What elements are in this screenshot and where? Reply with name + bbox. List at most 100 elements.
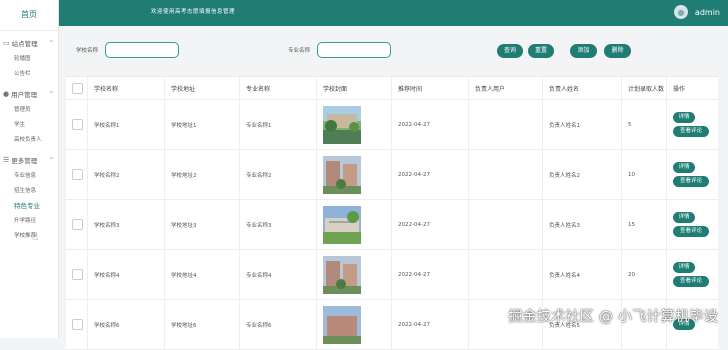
plan-count-cell: 15 (622, 200, 667, 249)
school-address-cell: 学校地址1 (165, 100, 240, 149)
plan-count-cell: 20 (622, 250, 667, 299)
row-select-cell (66, 150, 88, 199)
sidebar: 首页 ▭ 站点管理 ^ 轮播图 公告栏 ● 用户管理 ^ 管理员 学生 高校负责… (0, 0, 59, 338)
sidebar-item-major-info[interactable]: 专业信息 (0, 169, 58, 184)
view-comments-button[interactable]: 查看评论 (673, 276, 709, 287)
monitor-icon: ▭ (3, 39, 10, 47)
owner-user-cell (469, 200, 543, 249)
owner-name-cell: 负责人姓名3 (543, 200, 622, 249)
delete-button[interactable]: 删除 (604, 44, 631, 58)
major-name-cell: 专业名称2 (240, 150, 317, 199)
school-name-cell: 学校名称3 (88, 200, 165, 249)
column-header[interactable]: 负责人姓名 (543, 77, 622, 99)
school-cover-cell (317, 150, 392, 199)
recommend-date-cell: 2022-04-27 (392, 150, 469, 199)
detail-button[interactable]: 详情 (673, 162, 695, 173)
column-header[interactable]: 推荐时间 (392, 77, 469, 99)
sidebar-group-more[interactable]: ☰ 更多管理 ^ (0, 151, 58, 169)
major-name-cell: 专业名称6 (240, 300, 317, 349)
column-header[interactable]: 专业名称 (240, 77, 317, 99)
school-address-cell: 学校地址2 (165, 150, 240, 199)
row-checkbox[interactable] (72, 269, 83, 280)
major-name-input[interactable] (317, 42, 391, 58)
column-header[interactable]: 学校封面 (317, 77, 392, 99)
school-name-cell: 学校名称2 (88, 150, 165, 199)
sidebar-item-carousel[interactable]: 轮播图 (0, 52, 58, 67)
school-cover-cell (317, 200, 392, 249)
hand-cursor-icon: ☝ (32, 232, 39, 243)
table-row: 学校名称2 学校地址2 专业名称2 2022-04-27 负责人姓名2 10 详… (66, 150, 718, 200)
school-cover-image[interactable] (323, 205, 361, 244)
row-checkbox[interactable] (72, 169, 83, 180)
column-header[interactable]: 学校地址 (165, 77, 240, 99)
school-address-cell: 学校地址3 (165, 200, 240, 249)
major-name-cell: 专业名称1 (240, 100, 317, 149)
actions-cell: 详情 查看评论 (667, 200, 718, 249)
search-bar: 学校名称 专业名称 查询 重置 添加 删除 (66, 36, 721, 68)
school-name-label: 学校名称 (76, 48, 99, 54)
detail-button[interactable]: 详情 (673, 112, 695, 123)
school-name-input[interactable] (105, 42, 179, 58)
owner-user-cell (469, 100, 543, 149)
major-name-cell: 专业名称3 (240, 200, 317, 249)
school-cover-cell (317, 100, 392, 149)
column-header: 操作 (673, 85, 686, 93)
recommend-date-cell: 2022-04-27 (392, 250, 469, 299)
view-comments-button[interactable]: 查看评论 (673, 226, 709, 237)
school-name-cell: 学校名称4 (88, 250, 165, 299)
row-select-cell (66, 250, 88, 299)
sidebar-item-notice[interactable]: 公告栏 (0, 67, 58, 82)
column-header[interactable]: 计划录取人数 (622, 77, 667, 99)
detail-button[interactable]: 详情 (673, 262, 695, 273)
school-cover-cell (317, 300, 392, 349)
row-checkbox[interactable] (72, 319, 83, 330)
sidebar-group-site[interactable]: ▭ 站点管理 ^ (0, 34, 58, 52)
major-name-label: 专业名称 (288, 48, 311, 54)
sidebar-item-school-recommend[interactable]: 学校推荐 (0, 229, 58, 244)
sidebar-group-label: 更多管理 (11, 157, 38, 165)
sidebar-group-users[interactable]: ● 用户管理 ^ (0, 85, 58, 103)
add-button[interactable]: 添加 (570, 44, 597, 58)
sidebar-item-school-owner[interactable]: 高校负责人 (0, 133, 58, 148)
school-cover-image[interactable] (323, 105, 361, 144)
sidebar-item-admission-info[interactable]: 招生信息 (0, 184, 58, 199)
row-checkbox[interactable] (72, 119, 83, 130)
query-button[interactable]: 查询 (497, 44, 523, 58)
school-address-cell: 学校地址6 (165, 300, 240, 349)
top-bar: 欢迎使用高考志愿填报信息管理 ● admin (59, 0, 728, 26)
recommend-date-cell: 2022-04-27 (392, 100, 469, 149)
table-row: 学校名称1 学校地址1 专业名称1 2022-04-27 负责人姓名1 5 详情… (66, 100, 718, 150)
school-cover-image[interactable] (323, 255, 361, 294)
actions-cell: 详情 查看评论 (667, 250, 718, 299)
sidebar-item-featured-major[interactable]: 特色专业 (0, 199, 58, 214)
list-icon: ☰ (3, 156, 10, 164)
sidebar-group-label: 用户管理 (11, 91, 38, 99)
select-all-checkbox[interactable] (72, 82, 83, 94)
school-name-cell: 学校名称1 (88, 100, 165, 149)
row-checkbox[interactable] (72, 219, 83, 230)
sidebar-item-study-path[interactable]: 升学路径 (0, 214, 58, 229)
column-header[interactable]: 负责人用户 (469, 77, 543, 99)
avatar[interactable]: ● (674, 5, 688, 19)
school-address-cell: 学校地址4 (165, 250, 240, 299)
sidebar-home[interactable]: 首页 (0, 0, 58, 31)
owner-user-cell (469, 250, 543, 299)
major-name-cell: 专业名称4 (240, 250, 317, 299)
view-comments-button[interactable]: 查看评论 (673, 176, 709, 187)
recommend-date-cell: 2022-04-27 (392, 300, 469, 349)
username[interactable]: admin (695, 8, 720, 17)
owner-user-cell (469, 150, 543, 199)
detail-button[interactable]: 详情 (673, 212, 695, 223)
table-row: 学校名称3 学校地址3 专业名称3 2022-04-27 负责人姓名3 15 详… (66, 200, 718, 250)
view-comments-button[interactable]: 查看评论 (673, 126, 709, 137)
table-header: 学校名称 学校地址 专业名称 学校封面 推荐时间 负责人用户 负责人姓名 计划录… (66, 77, 718, 100)
chevron-up-icon: ^ (48, 156, 54, 164)
sidebar-item-admin[interactable]: 管理员 (0, 103, 58, 118)
user-icon: ● (677, 7, 685, 17)
school-cover-image[interactable] (323, 155, 361, 194)
sidebar-group-label: 站点管理 (11, 40, 38, 48)
reset-button[interactable]: 重置 (528, 44, 554, 58)
plan-count-cell: 5 (622, 100, 667, 149)
column-header[interactable]: 学校名称 (88, 77, 165, 99)
sidebar-item-student[interactable]: 学生 (0, 118, 58, 133)
